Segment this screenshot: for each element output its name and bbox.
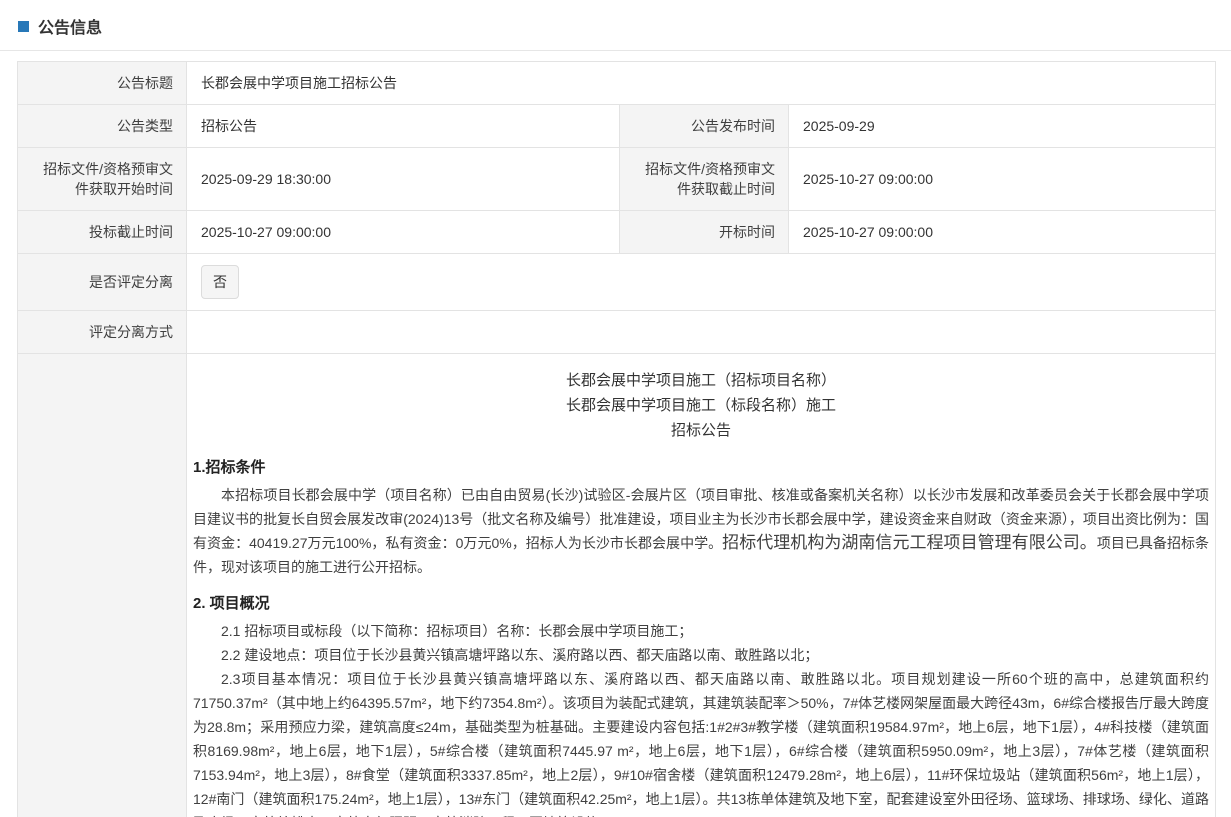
- announcement-content: 长郡会展中学项目施工（招标项目名称） 长郡会展中学项目施工（标段名称）施工 招标…: [187, 354, 1216, 817]
- doc-title-line-3: 招标公告: [193, 418, 1209, 443]
- publish-time-label: 公告发布时间: [620, 105, 789, 148]
- section1-paragraph: 本招标项目长郡会展中学（项目名称）已由自由贸易(长沙)试验区-会展片区（项目审批…: [193, 483, 1209, 579]
- bid-deadline-value: 2025-10-27 09:00:00: [187, 211, 620, 254]
- doc-obtain-start-value: 2025-09-29 18:30:00: [187, 148, 620, 211]
- announcement-info-header: 公告信息: [0, 0, 1231, 51]
- table-row: 公告标题 长郡会展中学项目施工招标公告: [18, 62, 1216, 105]
- table-row: 招标文件/资格预审文件获取开始时间 2025-09-29 18:30:00 招标…: [18, 148, 1216, 211]
- eval-separation-label: 是否评定分离: [18, 254, 187, 311]
- bid-opening-time-value: 2025-10-27 09:00:00: [789, 211, 1216, 254]
- table-row: 评定分离方式: [18, 311, 1216, 354]
- doc-obtain-end-label: 招标文件/资格预审文件获取截止时间: [620, 148, 789, 211]
- section2-item-2-1: 2.1 招标项目或标段（以下简称：招标项目）名称：长郡会展中学项目施工；: [193, 619, 1209, 643]
- announcement-title-label: 公告标题: [18, 62, 187, 105]
- table-row: 投标截止时间 2025-10-27 09:00:00 开标时间 2025-10-…: [18, 211, 1216, 254]
- eval-separation-method-label: 评定分离方式: [18, 311, 187, 354]
- announcement-info-table: 公告标题 长郡会展中学项目施工招标公告 公告类型 招标公告 公告发布时间 202…: [17, 61, 1216, 817]
- doc-title-line-2: 长郡会展中学项目施工（标段名称）施工: [193, 393, 1209, 418]
- publish-time-value: 2025-09-29: [789, 105, 1216, 148]
- bid-opening-time-label: 开标时间: [620, 211, 789, 254]
- table-row: 公告类型 招标公告 公告发布时间 2025-09-29: [18, 105, 1216, 148]
- announcement-title-value: 长郡会展中学项目施工招标公告: [187, 62, 1216, 105]
- table-row: 长郡会展中学项目施工（招标项目名称） 长郡会展中学项目施工（标段名称）施工 招标…: [18, 354, 1216, 817]
- table-row: 是否评定分离 否: [18, 254, 1216, 311]
- section2-item-2-2: 2.2 建设地点：项目位于长沙县黄兴镇高塘坪路以东、溪府路以西、都天庙路以南、敢…: [193, 643, 1209, 667]
- announcement-type-label: 公告类型: [18, 105, 187, 148]
- section2-item-2-3: 2.3项目基本情况：项目位于长沙县黄兴镇高塘坪路以东、溪府路以西、都天庙路以南、…: [193, 667, 1209, 817]
- doc-obtain-start-label: 招标文件/资格预审文件获取开始时间: [18, 148, 187, 211]
- eval-separation-no-button[interactable]: 否: [201, 265, 239, 299]
- content-row-label: [18, 354, 187, 817]
- section2-heading: 2. 项目概况: [193, 592, 1209, 613]
- eval-separation-cell: 否: [187, 254, 1216, 311]
- bid-deadline-label: 投标截止时间: [18, 211, 187, 254]
- agency-name-text: 招标代理机构为湖南信元工程项目管理有限公司。: [722, 533, 1097, 552]
- section-marker-icon: [18, 21, 29, 32]
- doc-title-line-1: 长郡会展中学项目施工（招标项目名称）: [193, 368, 1209, 393]
- section1-heading: 1.招标条件: [193, 456, 1209, 477]
- announcement-type-value: 招标公告: [187, 105, 620, 148]
- doc-obtain-end-value: 2025-10-27 09:00:00: [789, 148, 1216, 211]
- eval-separation-method-value: [187, 311, 1216, 354]
- page-title: 公告信息: [38, 14, 102, 38]
